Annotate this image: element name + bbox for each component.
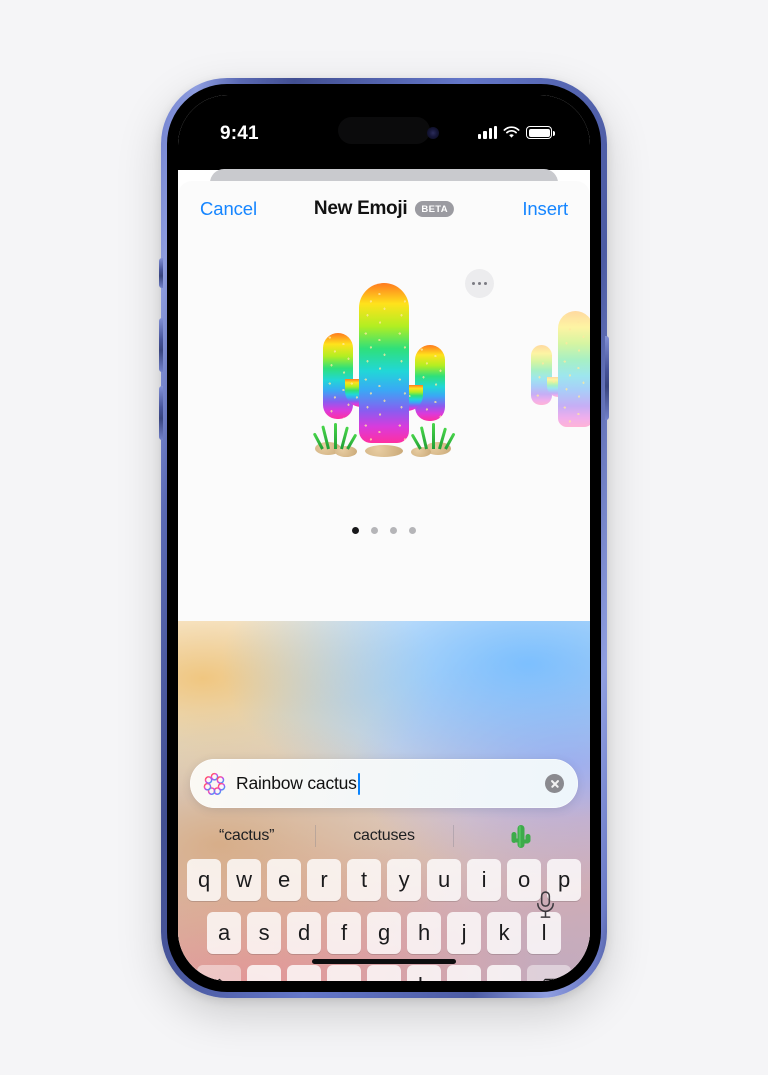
- dynamic-island: [338, 117, 430, 144]
- home-indicator: [312, 959, 456, 964]
- action-button[interactable]: [159, 258, 163, 288]
- keyboard-row-3: zxcvbnm: [178, 965, 590, 981]
- prompt-field-container: Rainbow cactus: [190, 759, 578, 808]
- page-dot-2[interactable]: [371, 527, 378, 534]
- prompt-text-value: Rainbow cactus: [236, 773, 357, 793]
- key-u[interactable]: u: [427, 859, 461, 901]
- device-screen: 9:41 Cancel New Emoji BETA Insert Rainbo…: [178, 95, 590, 981]
- beta-badge: BETA: [415, 201, 455, 217]
- key-i[interactable]: i: [467, 859, 501, 901]
- cactus-emoji-icon: [511, 825, 531, 848]
- status-bar-area: 9:41: [178, 95, 590, 170]
- emoji-result-next[interactable]: [523, 301, 590, 433]
- wifi-icon: [503, 126, 520, 138]
- key-v[interactable]: v: [367, 965, 401, 981]
- sheet-navigation-bar: Cancel New Emoji BETA Insert: [178, 181, 590, 237]
- key-c[interactable]: c: [327, 965, 361, 981]
- power-button[interactable]: [605, 336, 609, 420]
- screenshot-scene: 9:41 Cancel New Emoji BETA Insert Rainbo…: [0, 0, 768, 1075]
- prediction-item-2[interactable]: cactuses: [315, 824, 452, 848]
- cancel-button[interactable]: Cancel: [200, 198, 257, 220]
- backspace-icon: [542, 978, 560, 981]
- status-indicators: [478, 123, 555, 139]
- volume-up-button[interactable]: [159, 318, 163, 372]
- emoji-carousel[interactable]: [178, 253, 590, 503]
- key-d[interactable]: d: [287, 912, 321, 954]
- key-w[interactable]: w: [227, 859, 261, 901]
- text-caret: [357, 772, 360, 795]
- page-dot-1[interactable]: [352, 527, 359, 534]
- key-x[interactable]: x: [287, 965, 321, 981]
- cellular-signal-icon: [478, 126, 497, 139]
- prediction-item-1[interactable]: “cactus”: [178, 824, 315, 848]
- device-bezel: 9:41 Cancel New Emoji BETA Insert Rainbo…: [167, 84, 601, 992]
- key-t[interactable]: t: [347, 859, 381, 901]
- prompt-input-field[interactable]: Rainbow cactus: [190, 759, 578, 808]
- clear-text-icon[interactable]: [545, 774, 564, 793]
- volume-down-button[interactable]: [159, 386, 163, 440]
- face-id-camera-icon: [427, 127, 440, 139]
- key-e[interactable]: e: [267, 859, 301, 901]
- emoji-result-main[interactable]: [309, 267, 459, 457]
- apple-intelligence-icon: [203, 772, 226, 795]
- key-r[interactable]: r: [307, 859, 341, 901]
- insert-button[interactable]: Insert: [522, 198, 568, 220]
- prediction-item-3-cactus-emoji[interactable]: [452, 824, 590, 848]
- key-n[interactable]: n: [447, 965, 481, 981]
- key-q[interactable]: q: [187, 859, 221, 901]
- keyboard-area: Rainbow cactus “cactus” cactuses q w e r…: [178, 621, 590, 981]
- prompt-text-wrap: Rainbow cactus: [236, 772, 535, 795]
- backspace-key[interactable]: [527, 965, 571, 981]
- keyboard-row-1: qwertyuiop: [178, 859, 590, 901]
- key-k[interactable]: k: [487, 912, 521, 954]
- shift-key[interactable]: [197, 965, 241, 981]
- key-f[interactable]: f: [327, 912, 361, 954]
- key-s[interactable]: s: [247, 912, 281, 954]
- shift-icon: [216, 978, 222, 981]
- page-title: New Emoji: [313, 198, 408, 219]
- status-clock: 9:41: [220, 123, 259, 144]
- carousel-page-dots[interactable]: [352, 527, 416, 534]
- page-dot-3[interactable]: [390, 527, 397, 534]
- key-j[interactable]: j: [447, 912, 481, 954]
- battery-icon: [526, 126, 555, 139]
- sheet-title-group: New Emoji BETA: [313, 198, 455, 220]
- key-g[interactable]: g: [367, 912, 401, 954]
- key-h[interactable]: h: [407, 912, 441, 954]
- key-y[interactable]: y: [387, 859, 421, 901]
- emoji-preview-canvas: [178, 237, 590, 609]
- keyboard-row-2: asdfghjkl: [178, 912, 590, 954]
- iphone-device: 9:41 Cancel New Emoji BETA Insert Rainbo…: [159, 78, 609, 998]
- status-bar: 9:41: [178, 95, 590, 157]
- key-z[interactable]: z: [247, 965, 281, 981]
- new-emoji-sheet: Cancel New Emoji BETA Insert Rainbow cac…: [178, 181, 590, 981]
- microphone-icon[interactable]: [535, 891, 556, 919]
- predictive-text-bar: “cactus” cactuses: [178, 817, 590, 855]
- key-a[interactable]: a: [207, 912, 241, 954]
- key-b[interactable]: b: [407, 965, 441, 981]
- key-m[interactable]: m: [487, 965, 521, 981]
- page-dot-4[interactable]: [409, 527, 416, 534]
